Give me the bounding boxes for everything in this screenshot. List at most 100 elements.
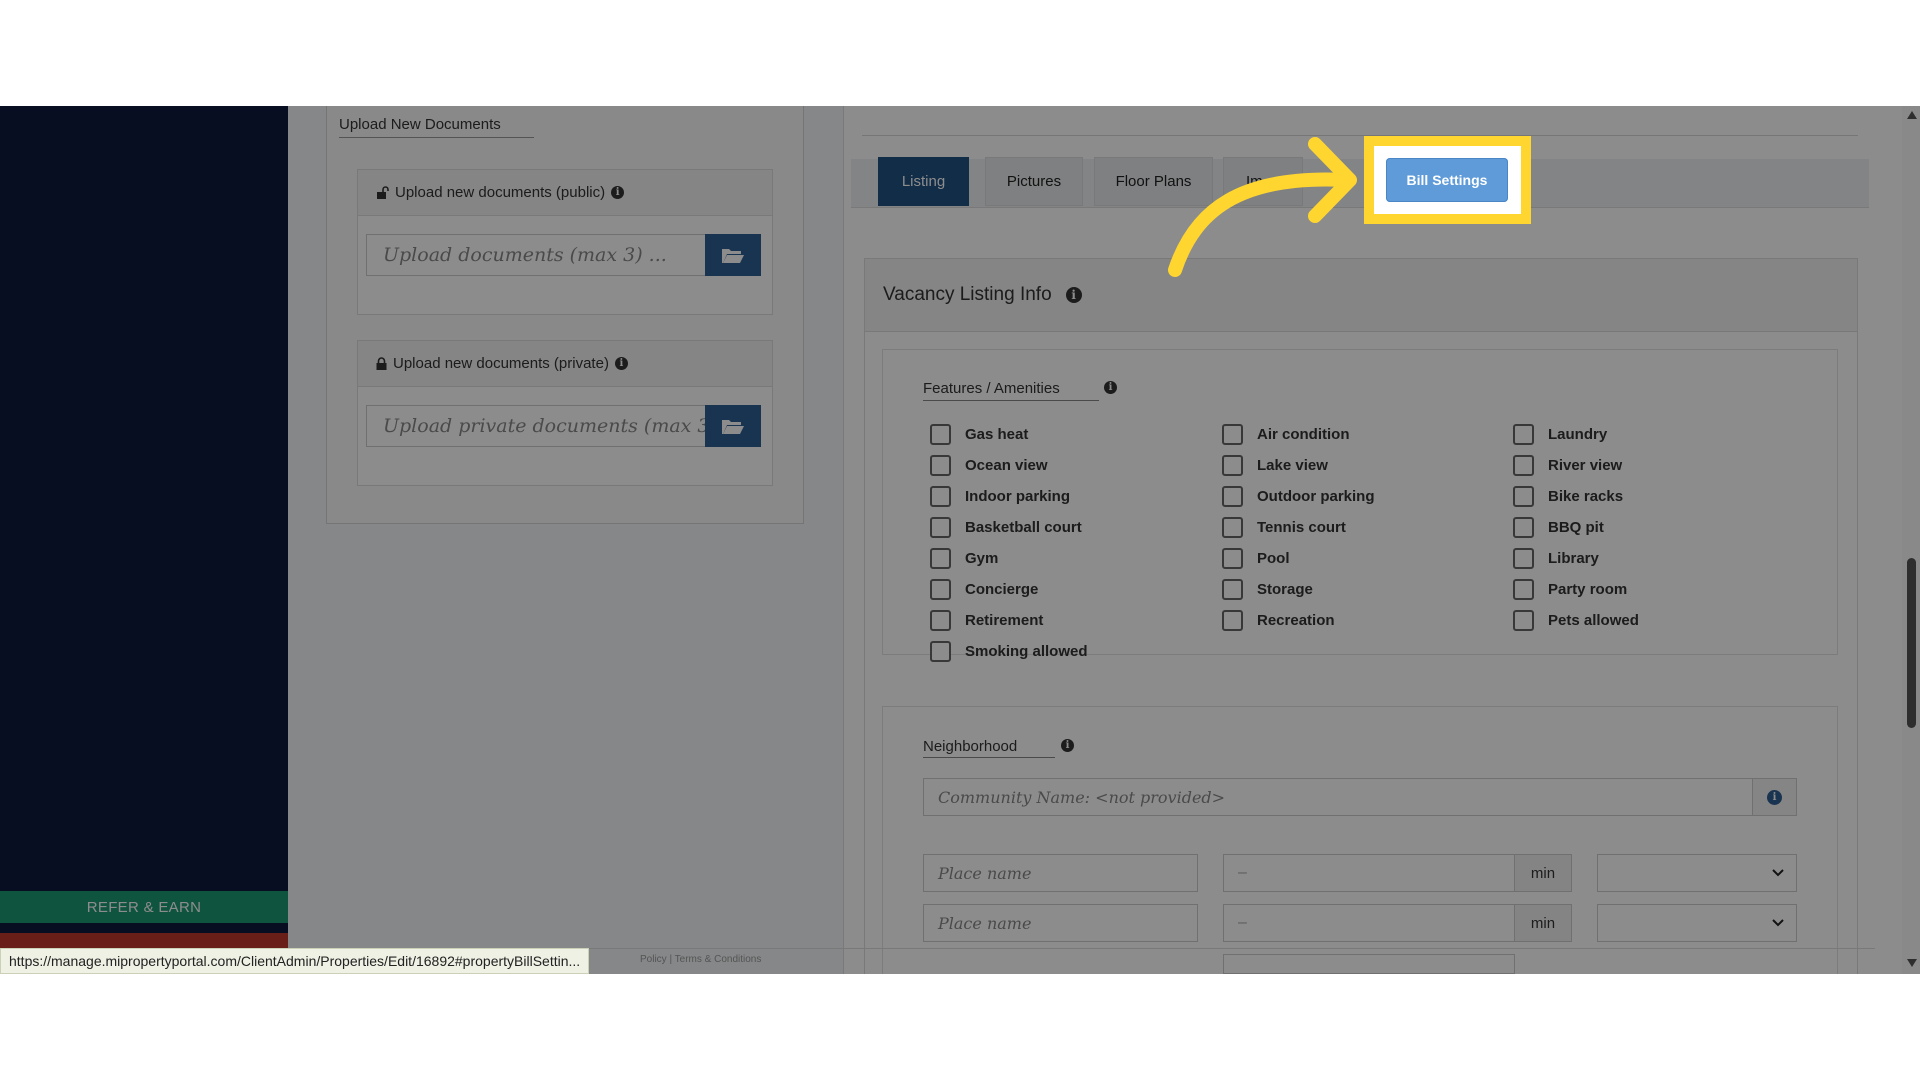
checkbox[interactable] — [930, 455, 951, 476]
feature-checkbox-item[interactable]: Storage — [1222, 579, 1313, 600]
feature-checkbox-item[interactable]: Gym — [930, 548, 998, 569]
lock-icon — [376, 357, 387, 370]
checkbox[interactable] — [930, 579, 951, 600]
checkbox[interactable] — [1513, 548, 1534, 569]
feature-label: Ocean view — [965, 457, 1048, 474]
feature-checkbox-item[interactable]: River view — [1513, 455, 1622, 476]
feature-checkbox-item[interactable]: Concierge — [930, 579, 1038, 600]
feature-checkbox-item[interactable]: Tennis court — [1222, 517, 1346, 538]
feature-label: Pets allowed — [1548, 612, 1639, 629]
info-icon[interactable]: i — [1061, 739, 1074, 752]
place-name-input[interactable]: Place name — [923, 854, 1198, 892]
feature-label: Concierge — [965, 581, 1039, 598]
feature-checkbox-item[interactable]: BBQ pit — [1513, 517, 1604, 538]
scroll-down-arrow-icon[interactable] — [1906, 958, 1918, 968]
checkbox[interactable] — [1513, 486, 1534, 507]
upload-public-card: Upload new documents (public) i Upload d… — [357, 169, 773, 315]
stage: REFER & EARN Upload New Documents Upload… — [0, 0, 1920, 1080]
checkbox[interactable] — [1222, 579, 1243, 600]
transport-select[interactable] — [1597, 854, 1797, 892]
info-icon[interactable]: i — [1065, 287, 1082, 303]
min-unit-label: min — [1514, 904, 1572, 942]
checkbox[interactable] — [1222, 486, 1243, 507]
community-info-button[interactable]: i — [1752, 778, 1797, 816]
checkbox[interactable] — [1222, 424, 1243, 445]
upload-private-card: Upload new documents (private) i Upload … — [357, 340, 773, 486]
community-name-input[interactable]: Community Name: <not provided> — [923, 778, 1797, 816]
feature-checkbox-item[interactable]: Indoor parking — [930, 486, 1070, 507]
checkbox[interactable] — [1513, 455, 1534, 476]
browser-viewport: REFER & EARN Upload New Documents Upload… — [0, 106, 1920, 974]
title-underline — [923, 757, 1055, 758]
feature-label: Indoor parking — [965, 488, 1070, 505]
checkbox[interactable] — [930, 610, 951, 631]
feature-checkbox-item[interactable]: Bike racks — [1513, 486, 1623, 507]
checkbox[interactable] — [930, 641, 951, 662]
checkbox[interactable] — [930, 548, 951, 569]
info-icon[interactable]: i — [1104, 381, 1117, 394]
refer-earn-button[interactable]: REFER & EARN — [0, 891, 288, 923]
place-name-input[interactable]: Place name — [923, 904, 1198, 942]
feature-checkbox-item[interactable]: Lake view — [1222, 455, 1328, 476]
status-bar-url: https://manage.mipropertyportal.com/Clie… — [0, 948, 590, 974]
feature-label: Smoking allowed — [965, 643, 1088, 660]
feature-label: Bike racks — [1548, 488, 1624, 505]
feature-checkbox-item[interactable]: Outdoor parking — [1222, 486, 1375, 507]
feature-checkbox-item[interactable]: Basketball court — [930, 517, 1082, 538]
feature-checkbox-item[interactable]: Library — [1513, 548, 1599, 569]
feature-checkbox-item[interactable]: Air condition — [1222, 424, 1350, 445]
neighborhood-title: Neighborhood — [923, 738, 1018, 755]
checkbox[interactable] — [930, 517, 951, 538]
unlock-icon — [377, 186, 389, 199]
browse-private-button[interactable] — [705, 405, 761, 447]
upload-private-input[interactable]: Upload private documents (max 3) ... — [366, 405, 706, 447]
footer-links[interactable]: Policy | Terms & Conditions — [640, 954, 761, 965]
checkbox[interactable] — [1513, 579, 1534, 600]
title-underline — [339, 137, 534, 138]
info-icon[interactable]: i — [614, 357, 628, 370]
info-icon[interactable]: i — [611, 186, 625, 199]
feature-checkbox-item[interactable]: Ocean view — [930, 455, 1048, 476]
feature-checkbox-item[interactable]: Gas heat — [930, 424, 1028, 445]
feature-label: Lake view — [1257, 457, 1328, 474]
distance-input[interactable]: – — [1223, 854, 1515, 892]
feature-checkbox-item[interactable]: Laundry — [1513, 424, 1607, 445]
title-underline — [923, 400, 1099, 401]
upload-public-input[interactable]: Upload documents (max 3) ... — [366, 234, 706, 276]
browse-public-button[interactable] — [705, 234, 761, 276]
checkbox[interactable] — [1513, 424, 1534, 445]
bill-settings-button[interactable]: Bill Settings — [1386, 158, 1508, 202]
feature-label: Retirement — [965, 612, 1044, 629]
features-title: Features / Amenities — [923, 380, 1060, 397]
scroll-up-arrow-icon[interactable] — [1906, 110, 1918, 120]
checkbox[interactable] — [930, 424, 951, 445]
checkbox[interactable] — [1222, 610, 1243, 631]
checkbox[interactable] — [1513, 517, 1534, 538]
tab-pictures[interactable]: Pictures — [985, 157, 1083, 206]
feature-label: Tennis court — [1257, 519, 1346, 536]
feature-checkbox-item[interactable]: Retirement — [930, 610, 1043, 631]
info-icon: i — [1767, 789, 1782, 805]
upload-section-title: Upload New Documents — [339, 116, 501, 133]
scrollbar[interactable] — [1902, 106, 1920, 974]
feature-checkbox-item[interactable]: Pets allowed — [1513, 610, 1639, 631]
checkbox[interactable] — [1222, 548, 1243, 569]
feature-checkbox-item[interactable]: Pool — [1222, 548, 1290, 569]
transport-select[interactable] — [1597, 904, 1797, 942]
distance-input[interactable]: – — [1223, 904, 1515, 942]
feature-checkbox-item[interactable]: Smoking allowed — [930, 641, 1088, 662]
feature-checkbox-item[interactable]: Recreation — [1222, 610, 1335, 631]
checkbox[interactable] — [1222, 517, 1243, 538]
distance-input[interactable] — [1223, 954, 1515, 974]
vacancy-listing-title: Vacancy Listing Info — [883, 284, 1052, 305]
checkbox[interactable] — [1513, 610, 1534, 631]
scrollbar-thumb[interactable] — [1907, 558, 1916, 728]
upload-private-label: Upload new documents (private) — [393, 355, 609, 372]
feature-checkbox-item[interactable]: Party room — [1513, 579, 1627, 600]
checkbox[interactable] — [1222, 455, 1243, 476]
feature-label: Laundry — [1548, 426, 1608, 443]
feature-label: Outdoor parking — [1257, 488, 1375, 505]
sidebar: REFER & EARN — [0, 106, 288, 974]
tab-listing[interactable]: Listing — [878, 157, 969, 206]
checkbox[interactable] — [930, 486, 951, 507]
